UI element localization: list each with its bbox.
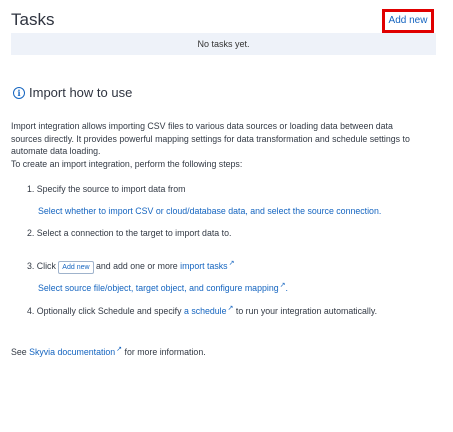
external-link-icon: ↗ xyxy=(228,260,235,267)
documentation-note: See Skyvia documentation↗ for more infor… xyxy=(11,344,206,358)
step-3-middle: and add one or more xyxy=(96,260,178,271)
step-3-sub-prefix: Select source file/object, target object… xyxy=(38,282,243,293)
step-3-sub-suffix: . xyxy=(285,282,288,293)
mapping-link[interactable]: mapping↗ xyxy=(245,282,286,293)
inline-add-new-button[interactable]: Add new xyxy=(58,260,94,274)
howto-intro: Import integration allows importing CSV … xyxy=(11,120,447,170)
step-2: 2. Select a connection to the target to … xyxy=(27,228,232,238)
step-4-prefix: 4. Optionally click Schedule and specify xyxy=(27,305,182,316)
add-new-button[interactable]: Add new xyxy=(382,9,434,33)
steps-intro: To create an import integration, perform… xyxy=(11,158,243,169)
step-1: 1. Specify the source to import data fro… xyxy=(27,184,186,194)
import-tasks-link[interactable]: import tasks↗ xyxy=(180,260,235,271)
step-3-sub: Select source file/object, target object… xyxy=(38,280,288,294)
step-3: 3. Click Add new and add one or more imp… xyxy=(27,258,234,274)
page-title: Tasks xyxy=(11,10,55,29)
info-icon: i xyxy=(13,86,25,99)
howto-heading: i Import how to use xyxy=(13,85,132,100)
intro-line: Import integration allows importing CSV … xyxy=(11,121,393,131)
external-link-icon: ↗ xyxy=(227,305,234,312)
step-1-sub: Select whether to import CSV or cloud/da… xyxy=(38,206,382,216)
external-link-icon: ↗ xyxy=(116,346,123,353)
empty-state-text: No tasks yet. xyxy=(197,39,250,49)
howto-title: Import how to use xyxy=(29,85,133,100)
tasks-empty-state: No tasks yet. xyxy=(11,33,436,55)
step-3-prefix: 3. Click xyxy=(27,260,56,271)
step-4-suffix: to run your integration automatically. xyxy=(235,305,378,316)
intro-line: automate data loading. xyxy=(11,146,101,156)
footer-suffix: for more information. xyxy=(124,346,206,357)
step-4: 4. Optionally click Schedule and specify… xyxy=(27,303,377,317)
intro-line: sources directly. It provides powerful m… xyxy=(11,133,410,144)
footer-prefix: See xyxy=(11,346,27,357)
skyvia-documentation-link[interactable]: Skyvia documentation↗ xyxy=(29,346,123,357)
schedule-link[interactable]: a schedule↗ xyxy=(184,305,234,316)
